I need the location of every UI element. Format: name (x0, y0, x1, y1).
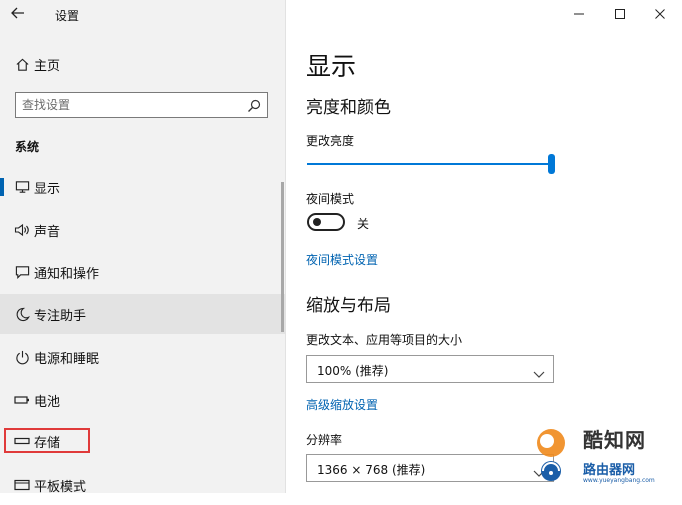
speaker-icon (14, 222, 30, 238)
toggle-knob (313, 218, 321, 226)
watermark-logo-icon (537, 429, 565, 481)
sidebar-item-label: 电源和睡眠 (34, 351, 100, 367)
watermark-url: www.yueyangbang.com (583, 477, 655, 484)
close-icon[interactable] (644, 2, 676, 26)
watermark-brand: 酷知网 (583, 428, 646, 452)
main-panel: 显示 亮度和颜色 更改亮度 夜间模式 关 夜间模式设置 缩放与布局 更改文本、应… (286, 0, 682, 493)
search-input[interactable] (16, 93, 243, 117)
section-heading-brightness: 亮度和颜色 (306, 98, 391, 118)
toggle-state-label: 关 (357, 217, 370, 231)
resolution-label: 分辨率 (306, 433, 343, 447)
home-icon (14, 56, 30, 72)
sidebar-item-label: 显示 (34, 181, 61, 197)
window-title: 设置 (55, 9, 80, 23)
sidebar-item-label: 主页 (34, 58, 61, 74)
sidebar-item-sound[interactable]: 声音 (0, 210, 285, 250)
sidebar-item-label: 通知和操作 (34, 266, 100, 282)
sidebar-item-label: 专注助手 (34, 308, 87, 324)
minimize-icon[interactable] (563, 2, 595, 26)
battery-icon (14, 392, 30, 408)
resolution-dropdown[interactable]: 1366 × 768 (推荐) (306, 454, 554, 482)
scale-dropdown[interactable]: 100% (推荐) (306, 355, 554, 383)
sidebar-item-notifications[interactable]: 通知和操作 (0, 252, 285, 292)
sidebar-item-label: 平板模式 (34, 479, 87, 495)
section-title: 系统 (15, 140, 40, 154)
sidebar-item-display[interactable]: 显示 (0, 167, 285, 207)
resolution-value: 1366 × 768 (推荐) (317, 463, 426, 477)
chevron-down-icon (533, 364, 545, 378)
night-light-toggle[interactable] (307, 213, 345, 231)
sidebar-item-label: 声音 (34, 224, 61, 240)
advanced-scaling-link[interactable]: 高级缩放设置 (306, 396, 378, 413)
brightness-slider-thumb[interactable] (548, 154, 555, 174)
back-icon[interactable] (10, 5, 32, 23)
night-light-label: 夜间模式 (306, 192, 355, 206)
sidebar-item-power[interactable]: 电源和睡眠 (0, 337, 285, 377)
brightness-slider-track[interactable] (307, 163, 552, 165)
power-icon (14, 349, 30, 365)
search-box[interactable] (15, 92, 268, 118)
scale-label: 更改文本、应用等项目的大小 (306, 333, 463, 347)
sidebar-item-tablet-mode[interactable]: 平板模式 (0, 465, 285, 505)
highlight-box (4, 428, 90, 453)
section-heading-scale: 缩放与布局 (306, 296, 391, 316)
watermark-name: 路由器网 (583, 463, 636, 478)
sidebar-scrollbar[interactable] (281, 182, 284, 332)
moon-icon (14, 306, 30, 322)
maximize-icon[interactable] (604, 2, 636, 26)
sidebar-item-label: 电池 (34, 394, 61, 410)
watermark: 酷知网 路由器网 www.yueyangbang.com (521, 415, 681, 493)
search-icon[interactable] (247, 98, 261, 112)
sidebar-item-home[interactable]: 主页 (0, 44, 285, 84)
notification-icon (14, 264, 30, 280)
night-light-settings-link[interactable]: 夜间模式设置 (306, 251, 378, 268)
monitor-icon (14, 179, 30, 195)
sidebar-item-battery[interactable]: 电池 (0, 380, 285, 420)
sidebar: 设置 主页 系统 显示 声音 通知和操作 专注助手 (0, 0, 286, 495)
tablet-icon (14, 477, 30, 493)
page-title: 显示 (306, 52, 357, 81)
sidebar-item-focus-assist[interactable]: 专注助手 (0, 294, 285, 334)
brightness-label: 更改亮度 (306, 134, 355, 148)
scale-value: 100% (推荐) (317, 364, 389, 378)
